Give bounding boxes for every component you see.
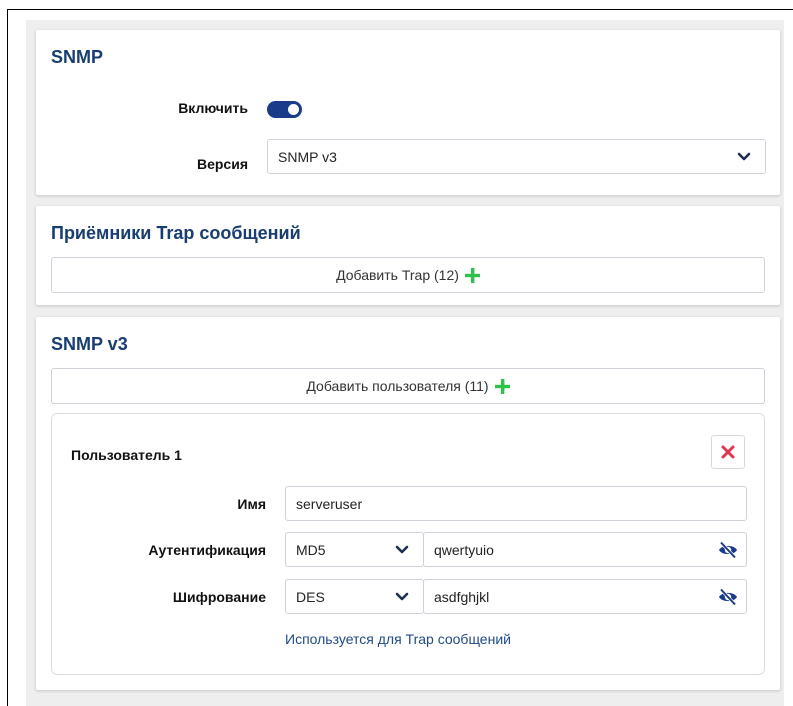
- chevron-down-icon: [737, 152, 751, 161]
- trap-receivers-title: Приёмники Trap сообщений: [51, 223, 301, 243]
- add-trap-button[interactable]: Добавить Trap (12): [51, 257, 765, 293]
- window-frame-left: [7, 9, 8, 706]
- user-title: Пользователь 1: [71, 447, 182, 463]
- auth-label: Аутентификация: [148, 542, 266, 558]
- auth-method-select[interactable]: MD5: [285, 532, 424, 567]
- chevron-down-icon: [395, 545, 409, 554]
- add-trap-button-label: Добавить Trap (12): [336, 267, 459, 283]
- trap-usage-link[interactable]: Используется для Trap сообщений: [285, 631, 511, 647]
- snmpv3-card: SNMP v3 Добавить пользователя (11) Польз…: [36, 317, 780, 690]
- version-select[interactable]: SNMP v3: [267, 139, 766, 174]
- auth-password-value: qwertyuio: [434, 542, 494, 558]
- auth-method-value: MD5: [296, 542, 326, 558]
- snmp-card-title: SNMP: [51, 47, 104, 67]
- enc-password-input[interactable]: asdfghjkl: [423, 579, 747, 614]
- eye-slash-icon[interactable]: [718, 588, 738, 606]
- snmpv3-title: SNMP v3: [51, 334, 128, 354]
- enable-toggle[interactable]: [267, 101, 302, 118]
- version-label: Версия: [196, 156, 248, 172]
- enc-label: Шифрование: [172, 589, 266, 605]
- close-icon: [721, 445, 735, 459]
- enc-method-value: DES: [296, 589, 325, 605]
- name-label: Имя: [237, 496, 266, 512]
- enc-password-value: asdfghjkl: [434, 589, 490, 605]
- enable-label: Включить: [178, 100, 248, 116]
- add-user-button-label: Добавить пользователя (11): [306, 378, 489, 394]
- add-user-button[interactable]: Добавить пользователя (11): [51, 368, 765, 404]
- eye-slash-icon[interactable]: [718, 541, 738, 559]
- version-select-value: SNMP v3: [278, 149, 337, 165]
- chevron-down-icon: [395, 592, 409, 601]
- snmp-card: SNMP Включить Версия SNMP v3: [36, 30, 780, 195]
- plus-icon: [464, 267, 480, 283]
- user-card: Пользователь 1 Имя serveruser Аутентифик…: [51, 413, 765, 675]
- enc-method-select[interactable]: DES: [285, 579, 424, 614]
- auth-password-input[interactable]: qwertyuio: [423, 532, 747, 567]
- name-input-value: serveruser: [296, 496, 363, 512]
- delete-user-button[interactable]: [711, 435, 745, 469]
- name-input[interactable]: serveruser: [285, 486, 747, 521]
- toggle-knob: [288, 104, 299, 115]
- plus-icon: [494, 378, 510, 394]
- trap-receivers-card: Приёмники Trap сообщений Добавить Trap (…: [36, 206, 780, 305]
- window-frame-top: [7, 9, 793, 10]
